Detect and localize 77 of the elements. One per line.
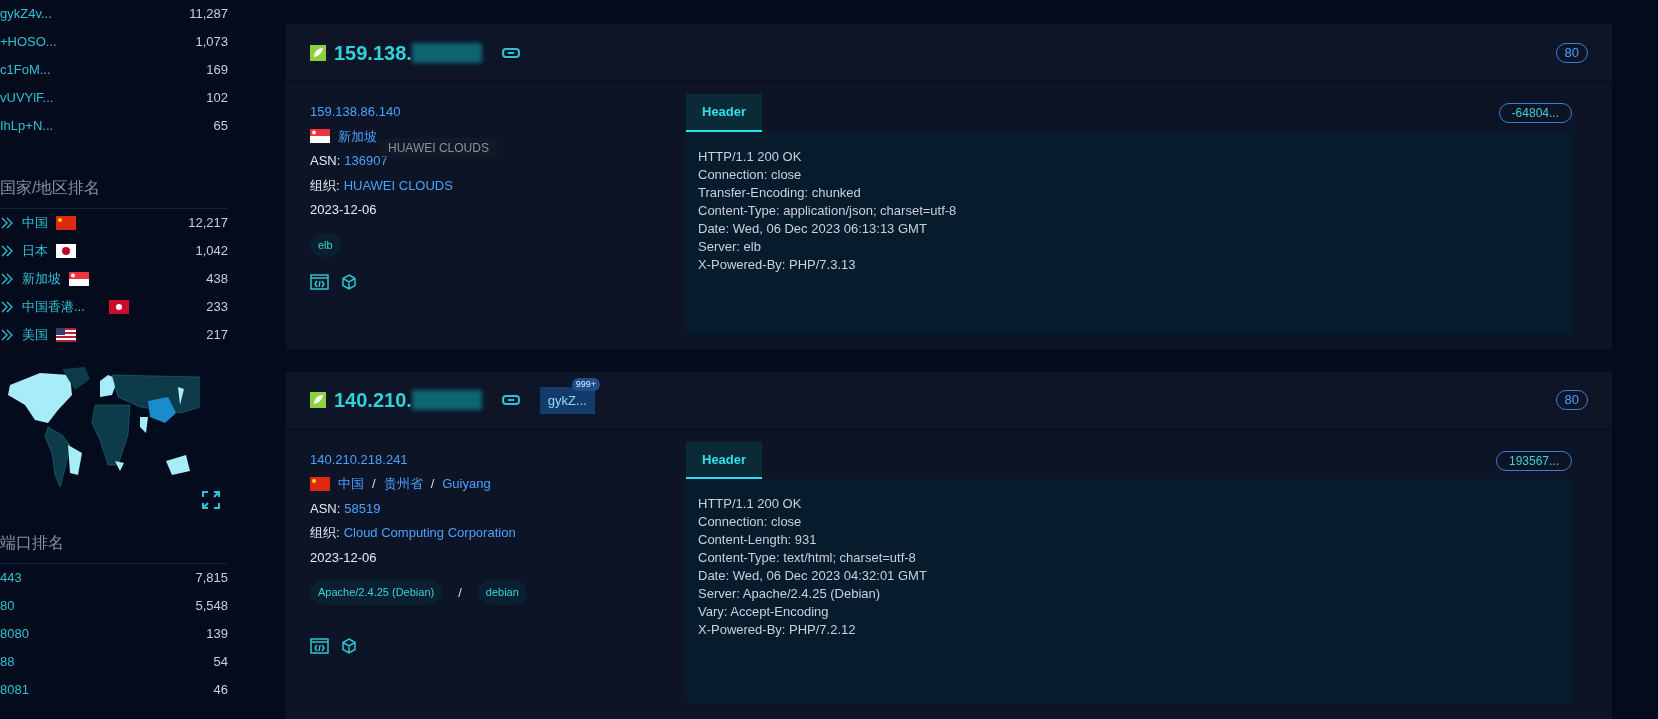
- date-text: 2023-12-06: [310, 201, 378, 219]
- hash-link[interactable]: vUVYlF...: [0, 88, 54, 108]
- count-text: 217: [206, 326, 228, 345]
- port-link[interactable]: 80: [0, 596, 15, 616]
- country-link[interactable]: 中国香港...: [22, 297, 85, 317]
- country-link[interactable]: 美国: [22, 325, 48, 345]
- redaction-mark: [411, 42, 482, 63]
- org-link[interactable]: HUAWEI CLOUDS: [343, 175, 453, 195]
- asn-link[interactable]: 58519: [344, 498, 381, 519]
- separator-text: /: [430, 475, 435, 494]
- port-link[interactable]: 8081: [0, 680, 29, 700]
- count-text: 438: [206, 270, 228, 289]
- count-text: 1,042: [195, 242, 228, 261]
- link-icon[interactable]: [501, 395, 520, 406]
- double-chevron-icon: [0, 329, 14, 341]
- header-text: HTTP/1.1 200 OK Connection: close Transfer-Encoding: chunked Content-Type: application/json; charset=utf-8 Date: Wed, 06 Dec 2023 06:13:13 GMT Server: elb X-Powered-By: PHP/7.3.13: [686, 131, 1572, 334]
- result-title[interactable]: 140.210.: [334, 385, 412, 416]
- date-text: 2023-12-06: [310, 548, 378, 567]
- count-badge: 999+: [571, 377, 601, 392]
- location-link[interactable]: 贵州省: [383, 474, 423, 494]
- ip-link[interactable]: 159.138.86.140: [310, 102, 670, 122]
- code-icon[interactable]: [310, 637, 329, 654]
- double-chevron-icon: [0, 273, 14, 285]
- section-title: 国家/地区排名: [0, 176, 228, 209]
- expand-icon[interactable]: [202, 491, 220, 509]
- port-link[interactable]: 88: [0, 652, 15, 672]
- product-tag[interactable]: Apache/2.4.25 (Debian): [310, 580, 443, 605]
- count-text: 233: [206, 298, 228, 317]
- hash-link[interactable]: c1FoM...: [0, 60, 51, 80]
- count-text: 1,073: [195, 33, 228, 52]
- count-text: 54: [213, 653, 228, 672]
- count-text: 12,217: [188, 214, 228, 233]
- count-text: 169: [206, 61, 228, 80]
- port-link[interactable]: 443: [0, 568, 22, 588]
- tag-chip[interactable]: gykZ...: [539, 386, 595, 415]
- cube-icon[interactable]: [341, 274, 357, 290]
- count-text: 65: [213, 117, 228, 136]
- link-icon[interactable]: [501, 47, 520, 58]
- hash-link[interactable]: IhLp+N...: [0, 116, 54, 136]
- count-text: 5,548: [195, 597, 228, 616]
- field-label: 组织:: [310, 524, 340, 543]
- hash-link[interactable]: +HOSO...: [0, 32, 57, 52]
- cube-icon[interactable]: [341, 637, 357, 654]
- double-chevron-icon: [0, 217, 14, 229]
- double-chevron-icon: [0, 245, 14, 257]
- header-tab[interactable]: Header: [686, 441, 763, 480]
- field-label: 组织:: [310, 176, 340, 195]
- product-tag[interactable]: elb: [310, 232, 341, 257]
- hash-link[interactable]: gykZ4v...: [0, 4, 52, 24]
- section-title: 端口排名: [0, 531, 228, 564]
- product-tag[interactable]: debian: [477, 580, 527, 605]
- count-text: 11,287: [189, 5, 228, 24]
- location-link[interactable]: 新加坡: [338, 126, 377, 146]
- location-link[interactable]: Guiyang: [442, 474, 491, 494]
- separator-text: /: [372, 475, 376, 494]
- count-text: 102: [206, 89, 228, 108]
- org-link[interactable]: Cloud Computing Corporation: [343, 523, 516, 543]
- location-link[interactable]: 中国: [338, 474, 364, 494]
- country-link[interactable]: 日本: [22, 241, 48, 261]
- header-tab[interactable]: Header: [686, 94, 763, 132]
- separator-text: /: [458, 583, 462, 602]
- country-link[interactable]: 中国: [22, 213, 48, 233]
- field-label: ASN:: [310, 499, 341, 518]
- redaction-mark: [411, 390, 482, 411]
- leaf-logo-icon: [310, 392, 326, 409]
- port-link[interactable]: 8080: [0, 624, 29, 644]
- code-icon[interactable]: [310, 274, 329, 290]
- leaf-logo-icon: [310, 44, 326, 61]
- count-text: 46: [213, 681, 228, 700]
- country-link[interactable]: 新加坡: [22, 269, 61, 289]
- count-text: 7,815: [195, 569, 228, 588]
- count-text: 139: [206, 625, 228, 644]
- field-label: ASN:: [310, 152, 341, 170]
- ip-link[interactable]: 140.210.218.241: [310, 449, 670, 470]
- header-text: HTTP/1.1 200 OK Connection: close Content-Length: 931 Content-Type: text/html; charset=utf-8 Date: Wed, 06 Dec 2023 04:32:01 GMT Server: Apache/2.4.25 (Debian) Vary: Accept-Encoding X-Powered-By: PHP/7.2.12: [686, 479, 1572, 703]
- double-chevron-icon: [0, 301, 14, 313]
- result-title[interactable]: 159.138.: [334, 37, 412, 68]
